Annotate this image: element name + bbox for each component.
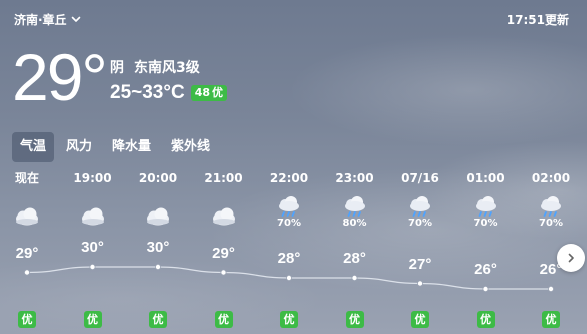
hour-aqi-badge: 优 [214,311,233,328]
tab-precipitation[interactable]: 降水量 [104,132,159,162]
rain-cloud-icon [274,194,304,220]
precipitation-chance: 70% [473,218,498,229]
hour-aqi-badge: 优 [83,311,102,328]
aqi-badge[interactable]: 48 优 [190,85,227,101]
wind-text: 东南风3级 [134,60,200,76]
hour-aqi-badge: 优 [411,311,429,328]
precipitation-chance: 70% [277,218,301,229]
update-time: 17:51更新 [506,12,569,27]
rain-cloud-icon [471,194,501,220]
rain-cloud-icon [405,194,435,220]
hour-column: 现在 29° 优 [0,170,57,334]
tab-uv[interactable]: 紫外线 [163,132,218,162]
scroll-right-button[interactable] [557,244,585,272]
chevron-right-icon [568,253,574,263]
cloudy-icon [143,204,173,230]
rain-cloud-icon [536,194,566,220]
hour-temperature: 30° [146,239,170,256]
hour-aqi-badge: 优 [345,311,364,328]
chevron-down-icon [71,16,80,22]
hour-aqi-badge: 优 [476,311,495,328]
hour-label: 01:00 [466,171,505,185]
hour-aqi-badge: 优 [149,311,167,328]
hour-column: 01:00 70% 26° 优 [456,170,516,334]
hour-label: 22:00 [269,171,309,185]
hour-aqi-badge: 优 [280,311,298,328]
hour-label: 20:00 [138,171,178,185]
precipitation-chance: 70% [539,218,563,229]
precipitation-chance: 70% [408,218,432,229]
hour-label: 21:00 [204,171,243,185]
aqi-label: 优 [212,86,223,99]
hour-column: 23:00 80% 28° 优 [325,170,385,334]
top-bar: 济南·章丘 17:51更新 [14,9,569,29]
hour-label: 现在 [14,171,39,185]
hour-label: 07/16 [401,171,439,185]
hour-temperature: 28° [343,250,366,267]
hour-temperature: 30° [81,239,104,256]
hour-temperature: 26° [474,261,497,278]
cloudy-icon [78,204,108,230]
hour-label: 19:00 [73,171,112,185]
tab-temperature[interactable]: 气温 [12,132,55,162]
forecast-tabs: 气温 风力 降水量 紫外线 [12,132,218,162]
rain-cloud-icon [340,194,370,220]
hour-aqi-badge: 优 [542,311,560,328]
location-selector[interactable]: 济南·章丘 [14,11,82,28]
hour-temperature: 28° [277,250,301,267]
hour-column: 19:00 30° 优 [63,170,123,334]
current-temperature: 29° [12,40,108,114]
hour-label: 02:00 [531,171,571,185]
hour-aqi-badge: 优 [18,311,36,328]
cloudy-icon [209,204,239,230]
hour-column: 20:00 30° 优 [128,170,188,334]
aqi-value: 48 [194,86,210,99]
precipitation-chance: 80% [342,218,367,229]
hour-column: 22:00 70% 28° 优 [259,170,319,334]
hourly-forecast: 现在 29° 优 19:00 30° 优 20:00 30° 优 21:00 29° 优 22:… [0,170,587,334]
hour-temperature: 27° [408,255,432,273]
temperature-range: 25~33°C [110,82,185,103]
condition-text: 阴 [110,60,124,76]
tab-wind[interactable]: 风力 [58,132,100,162]
hour-temperature: 29° [212,244,235,262]
cloudy-icon [12,204,42,230]
range-line: 25~33°C 48 优 [110,82,227,104]
location-label: 济南·章丘 [14,12,67,27]
hour-column: 21:00 29° 优 [194,170,254,334]
condition-line: 阴 东南风3级 [110,57,200,77]
hour-temperature: 29° [15,244,39,262]
hour-label: 23:00 [335,171,374,185]
hour-column: 07/16 70% 27° 优 [390,170,450,334]
